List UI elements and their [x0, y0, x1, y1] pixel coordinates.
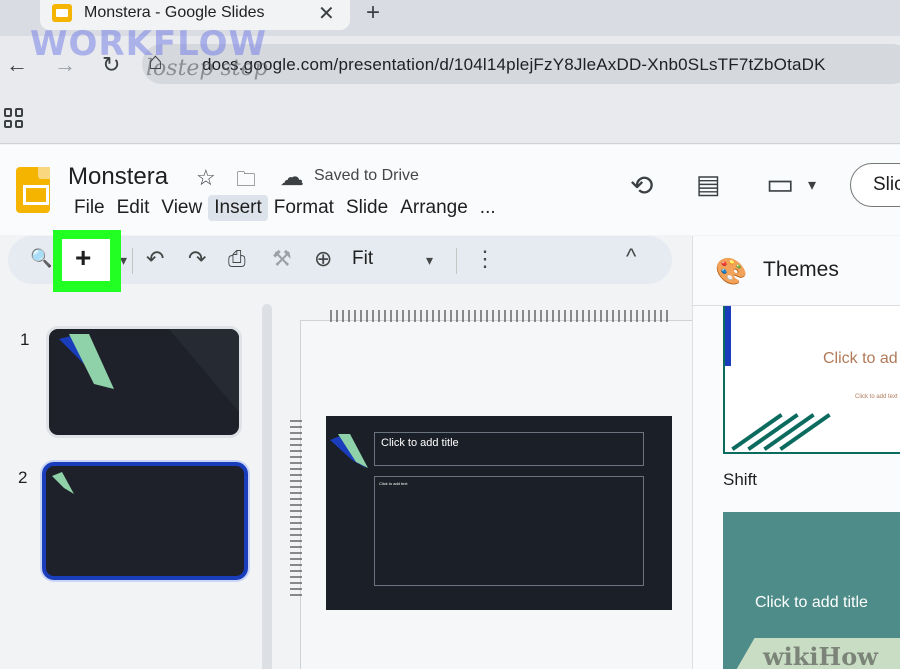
new-slide-caret-icon[interactable]: ▾: [120, 252, 127, 269]
slide-number: 2: [18, 468, 28, 487]
horizontal-ruler[interactable]: [330, 310, 672, 322]
filmstrip-scrollbar[interactable]: [262, 304, 272, 669]
star-icon[interactable]: ☆: [196, 165, 216, 191]
menu-format[interactable]: Format: [268, 195, 340, 221]
current-slide[interactable]: Click to add title Click to add text: [326, 416, 672, 610]
slides-logo-icon[interactable]: [16, 167, 50, 213]
menu-bar: File Edit View Insert Format Slide Arran…: [68, 195, 502, 221]
watermark-sub: lostep step: [146, 56, 268, 81]
app-header: Monstera ☆ 🗀 ☁ Saved to Drive File Edit …: [0, 145, 900, 235]
theme-accent-bar: [725, 306, 731, 366]
themes-panel: 🎨 Themes Click to ad Click to add text S…: [692, 236, 900, 669]
menu-edit[interactable]: Edit: [111, 195, 156, 221]
back-icon[interactable]: ←: [6, 52, 28, 78]
slides-favicon-icon: [52, 4, 72, 22]
close-tab-icon[interactable]: ✕: [318, 1, 335, 26]
theme-card-title: Click to add title: [755, 594, 868, 611]
slide-filmstrip: 1 2: [0, 296, 272, 669]
theme-card-subtitle: Click to add text: [855, 394, 898, 400]
zoom-caret-icon[interactable]: ▾: [426, 252, 433, 269]
slide-accent-shape: [59, 329, 239, 412]
meet-camera-icon[interactable]: ▭: [766, 167, 794, 202]
title-placeholder[interactable]: Click to add title: [374, 432, 644, 466]
url-text[interactable]: docs.google.com/presentation/d/104l14ple…: [202, 55, 826, 75]
undo-icon[interactable]: ↶: [146, 246, 164, 272]
paint-format-icon[interactable]: ⚒: [272, 246, 292, 272]
theme-card-shift[interactable]: Click to add title wikiHow: [723, 512, 900, 669]
collapse-toolbar-icon[interactable]: ^: [626, 244, 636, 270]
vertical-ruler[interactable]: [290, 420, 302, 600]
bookmarks-bar: [0, 92, 900, 144]
themes-title: Themes: [763, 258, 839, 281]
body-placeholder[interactable]: Click to add text: [374, 476, 644, 586]
theme-card-simple[interactable]: Click to ad Click to add text: [723, 306, 900, 454]
redo-icon[interactable]: ↷: [188, 246, 206, 272]
toolbar-divider: [132, 248, 133, 274]
slide-accent-shape: [52, 472, 74, 494]
apps-grid-icon[interactable]: [4, 108, 24, 128]
tab-title: Monstera - Google Slides: [84, 4, 265, 21]
toolbar-divider: [456, 248, 457, 274]
document-title[interactable]: Monstera: [68, 163, 168, 191]
new-tab-icon[interactable]: +: [366, 0, 380, 27]
new-slide-button[interactable]: +: [62, 239, 110, 281]
menu-view[interactable]: View: [155, 195, 208, 221]
meet-caret-icon[interactable]: ▾: [808, 175, 816, 195]
menu-arrange[interactable]: Arrange: [394, 195, 474, 221]
zoom-icon[interactable]: ⊕: [314, 246, 332, 272]
comments-icon[interactable]: ▤: [696, 169, 721, 200]
slide-thumbnail-2[interactable]: [42, 462, 248, 580]
new-slide-highlight: +: [53, 230, 121, 292]
slideshow-label: Slic: [873, 174, 900, 195]
slide-number: 1: [20, 330, 30, 349]
move-folder-icon[interactable]: 🗀: [236, 165, 256, 199]
menu-file[interactable]: File: [68, 195, 111, 221]
slideshow-button[interactable]: Slic: [850, 163, 900, 207]
print-icon[interactable]: ⎙: [228, 246, 246, 272]
plus-icon: +: [75, 242, 92, 273]
version-history-icon[interactable]: ⟲: [630, 169, 653, 202]
menu-slide[interactable]: Slide: [340, 195, 394, 221]
search-menus-icon[interactable]: 🔍: [30, 248, 52, 269]
more-options-icon[interactable]: ⋮: [474, 246, 496, 272]
themes-header: 🎨 Themes: [693, 236, 900, 306]
menu-insert[interactable]: Insert: [208, 195, 268, 221]
zoom-select[interactable]: Fit: [352, 248, 373, 270]
saved-status: Saved to Drive: [314, 167, 419, 184]
theme-name-label: Shift: [723, 470, 758, 489]
menu-more[interactable]: ...: [474, 195, 502, 221]
wikihow-watermark: wikiHow: [763, 642, 878, 669]
theme-card-title: Click to ad: [823, 350, 898, 367]
palette-icon: 🎨: [715, 256, 748, 286]
slide-thumbnail-1[interactable]: [46, 326, 242, 438]
title-placeholder-text: Click to add title: [381, 437, 459, 449]
body-placeholder-text: Click to add text: [379, 481, 408, 486]
cloud-saved-icon: ☁: [280, 164, 304, 191]
